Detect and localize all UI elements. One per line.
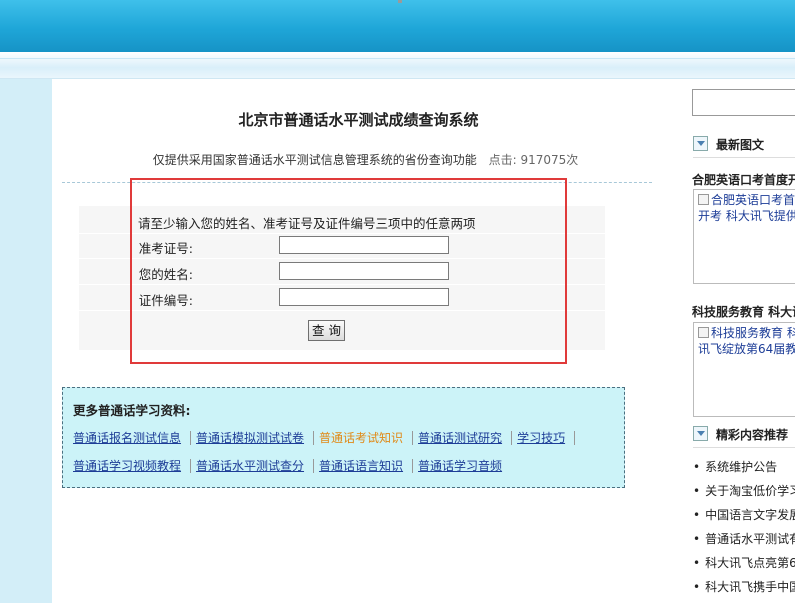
link-study-tips[interactable]: 学习技巧: [517, 431, 576, 445]
highlight-box: [130, 178, 567, 364]
featured-heading: 精彩内容推荐: [716, 428, 789, 442]
page-title: 北京市普通话水平测试成绩查询系统: [238, 111, 479, 129]
page-subtitle: 仅提供采用国家普通话水平测试信息管理系统的省份查询功能 点击: 917075次: [52, 151, 679, 168]
hits-counter: 点击: 917075次: [489, 153, 579, 167]
header-stripe: [0, 52, 795, 79]
list-item[interactable]: 关于淘宝低价学习: [693, 479, 795, 503]
left-margin-column: [0, 79, 52, 603]
right-sidebar: 最新图文 合肥英语口考首度开 合肥英语口考首 开考 科大讯飞提供 科技服务教育 …: [685, 79, 795, 603]
news-item-1-caption-2: 开考 科大讯飞提供: [698, 209, 795, 223]
site-header-bar: [0, 0, 795, 52]
broken-image-icon: [698, 194, 709, 205]
news-item-1-image[interactable]: 合肥英语口考首 开考 科大讯飞提供: [693, 189, 795, 284]
latest-news-header: 最新图文: [693, 136, 764, 154]
broken-image-icon: [698, 327, 709, 338]
link-test-research[interactable]: 普通话测试研究: [418, 431, 513, 445]
link-registration-info[interactable]: 普通话报名测试信息: [73, 431, 192, 445]
hits-count: 917075次: [520, 153, 579, 167]
list-item[interactable]: 科大讯飞携手中国: [693, 575, 795, 599]
list-item[interactable]: 系统维护公告: [693, 455, 795, 479]
news-item-2-caption-2: 讯飞绽放第64届教: [698, 342, 795, 356]
latest-news-heading: 最新图文: [716, 138, 765, 152]
link-video-tutorials[interactable]: 普通话学习视频教程: [73, 459, 192, 473]
more-resources-box: 更多普通话学习资料: 普通话报名测试信息 普通话模拟测试试卷 普通话考试知识 普通话测…: [62, 387, 625, 488]
list-item[interactable]: 中国语言文字发展: [693, 503, 795, 527]
link-language-knowledge[interactable]: 普通话语言知识: [319, 459, 414, 473]
news-item-2-title[interactable]: 科技服务教育 科大讯: [692, 303, 795, 320]
header-marker: [398, 0, 402, 3]
news-item-1-caption-1: 合肥英语口考首: [711, 193, 795, 207]
main-content: 北京市普通话水平测试成绩查询系统 仅提供采用国家普通话水平测试信息管理系统的省份…: [52, 79, 677, 603]
resource-links-row-1: 普通话报名测试信息 普通话模拟测试试卷 普通话考试知识 普通话测试研究 学习技巧: [73, 431, 580, 449]
list-item[interactable]: 普通话水平测试有: [693, 527, 795, 551]
link-exam-knowledge[interactable]: 普通话考试知识: [319, 431, 414, 445]
news-item-2-image[interactable]: 科技服务教育 科 讯飞绽放第64届教: [693, 322, 795, 417]
news-item-1-title[interactable]: 合肥英语口考首度开: [692, 171, 795, 188]
more-resources-heading: 更多普通话学习资料:: [73, 403, 191, 418]
sidebar-search-input[interactable]: [692, 89, 795, 116]
link-score-lookup[interactable]: 普通话水平测试查分: [196, 459, 315, 473]
featured-list: 系统维护公告 关于淘宝低价学习 中国语言文字发展 普通话水平测试有 科大讯飞点亮…: [693, 455, 795, 599]
featured-header: 精彩内容推荐: [693, 426, 788, 444]
list-item[interactable]: 科大讯飞点亮第6: [693, 551, 795, 575]
news-item-2-caption-1: 科技服务教育 科: [711, 326, 795, 340]
resource-links-row-2: 普通话学习视频教程 普通话水平测试查分 普通话语言知识 普通话学习音频: [73, 459, 516, 477]
chevron-down-icon[interactable]: [693, 426, 708, 441]
link-mock-test-papers[interactable]: 普通话模拟测试试卷: [196, 431, 315, 445]
hits-label: 点击:: [488, 153, 517, 167]
chevron-down-icon[interactable]: [693, 136, 708, 151]
link-audio-lessons[interactable]: 普通话学习音频: [418, 459, 511, 473]
subtitle-text: 仅提供采用国家普通话水平测试信息管理系统的省份查询功能: [152, 153, 477, 167]
